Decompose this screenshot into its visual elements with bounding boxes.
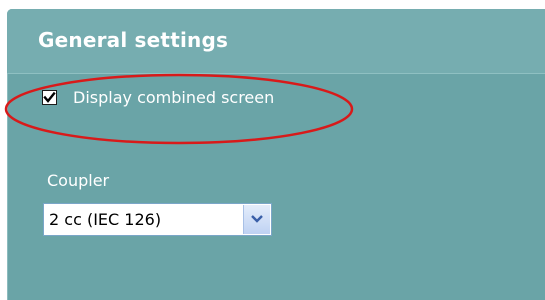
check-icon bbox=[43, 91, 56, 103]
coupler-dropdown-button[interactable] bbox=[243, 205, 270, 234]
display-combined-screen-checkbox[interactable] bbox=[42, 89, 57, 105]
panel-header: General settings bbox=[7, 9, 545, 74]
coupler-label: Coupler bbox=[47, 171, 110, 190]
chevron-down-icon bbox=[251, 215, 263, 223]
panel-title: General settings bbox=[38, 28, 229, 52]
coupler-select[interactable]: 2 cc (IEC 126) bbox=[43, 203, 272, 236]
display-combined-screen-option[interactable]: Display combined screen bbox=[42, 87, 274, 107]
general-settings-panel: General settings bbox=[7, 9, 545, 300]
coupler-select-value: 2 cc (IEC 126) bbox=[49, 210, 162, 229]
display-combined-screen-label[interactable]: Display combined screen bbox=[73, 88, 274, 107]
